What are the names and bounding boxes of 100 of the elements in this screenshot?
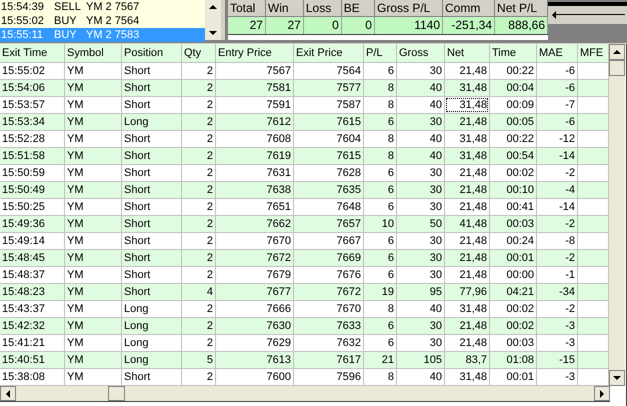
- table-cell-text: YM: [66, 166, 84, 180]
- table-cell-text: 15:53:57: [1, 98, 46, 112]
- table-cell-text: -3: [564, 336, 576, 350]
- table-cell-text: YM: [66, 183, 84, 197]
- table-cell-text: 00:02: [505, 302, 535, 316]
- table-cell-text: -2: [564, 166, 576, 180]
- table-cell-text: 15:48:45: [1, 251, 46, 265]
- table-row[interactable]: 15:50:49 YM Short 2 7638 7635 6 30 21,48 00:10 -4: [0, 182, 609, 199]
- summary-value: 888,66: [495, 17, 548, 34]
- table-cell-text: 2: [206, 132, 214, 146]
- table-cell-text: 00:09: [505, 98, 535, 112]
- left-arrow-icon: [550, 10, 558, 20]
- table-cell-text: 00:01: [505, 370, 535, 384]
- table-cell-text: 15:55:02: [1, 64, 46, 78]
- table-cell-text: 15:40:51: [1, 353, 46, 367]
- table-cell-text: 7619: [266, 149, 292, 163]
- table-cell-text: 7662: [266, 217, 292, 231]
- table-cell-text: 105: [422, 353, 443, 367]
- table-cell-text: 7638: [266, 183, 292, 197]
- table-cell-text: YM: [66, 64, 84, 78]
- table-cell-text: 41,48: [458, 217, 488, 231]
- table-cell-text: Long: [123, 319, 150, 333]
- table-cell-text: 00:24: [505, 234, 535, 248]
- table-row[interactable]: 15:55:02 YM Short 2 7567 7564 6 30 21,48 00:22 -6: [0, 63, 609, 80]
- table-cell-text: 30: [428, 268, 443, 282]
- table-cell-text: YM: [66, 217, 84, 231]
- table-row[interactable]: 15:49:36 YM Short 2 7662 7657 10 50 41,48 00:03 -2: [0, 216, 609, 233]
- table-cell-text: 00:00: [505, 268, 535, 282]
- table-row[interactable]: 15:53:34 YM Long 2 7612 7615 6 30 21,48 00:05 -6: [0, 114, 609, 131]
- table-cell-text: 15:49:36: [1, 217, 46, 231]
- table-cell-text: 04:21: [505, 285, 535, 299]
- slider[interactable]: [548, 2, 627, 24]
- order-item[interactable]: 15:54:39 SELL YM 2 7567: [0, 0, 205, 14]
- table-cell-text: YM: [66, 81, 84, 95]
- table-cell-text: 7608: [266, 132, 292, 146]
- table-cell-text: YM: [66, 200, 84, 214]
- table-row[interactable]: 15:41:21 YM Long 2 7629 7632 6 30 21,48 00:03 -3: [0, 335, 609, 352]
- table-row[interactable]: 15:51:58 YM Short 2 7619 7615 8 40 31,48 00:54 -14: [0, 148, 609, 165]
- table-cell-text: 7600: [266, 370, 292, 384]
- table-row[interactable]: 15:50:59 YM Short 2 7631 7628 6 30 21,48 00:02 -2: [0, 165, 609, 182]
- table-cell-text: 2: [206, 319, 214, 333]
- table-cell-text: 7587: [336, 98, 362, 112]
- scroll-down-button[interactable]: [208, 29, 218, 37]
- table-cell-text: 7631: [266, 166, 292, 180]
- table-row[interactable]: 15:43:37 YM Long 2 7666 7670 8 40 31,48 00:02 -2: [0, 301, 609, 318]
- table-row[interactable]: 15:48:45 YM Short 2 7672 7669 6 30 21,48 00:01 -2: [0, 250, 609, 267]
- table-row[interactable]: 15:48:37 YM Short 2 7679 7676 6 30 21,48 00:00 -1: [0, 267, 609, 284]
- table-cell-text: 6: [386, 183, 395, 197]
- table-cell-text: 21,48: [458, 166, 488, 180]
- scroll-thumb[interactable]: [609, 60, 625, 76]
- table-cell-text: 01:08: [505, 353, 535, 367]
- table-cell-text: YM: [66, 132, 84, 146]
- table-cell-text: 30: [428, 166, 443, 180]
- table-cell-text: 15:50:59: [1, 166, 46, 180]
- table-cell-text: 19: [380, 285, 395, 299]
- table-cell-text: 30: [428, 234, 443, 248]
- table-cell-text: 6: [386, 268, 395, 282]
- table-cell-text: Short: [123, 166, 152, 180]
- table-row[interactable]: 15:50:25 YM Short 2 7651 7648 6 30 21,48 00:41 -14: [0, 199, 609, 216]
- table-row[interactable]: 15:42:32 YM Long 2 7630 7633 6 30 21,48 00:02 -3: [0, 318, 609, 335]
- up-arrow-icon: [208, 3, 218, 11]
- table-cell-text: -14: [558, 149, 576, 163]
- table-cell-text: -3: [564, 319, 576, 333]
- table-cell-text: 40: [428, 370, 443, 384]
- scroll-up-button[interactable]: [208, 3, 218, 11]
- table-row[interactable]: 15:53:57 YM Short 2 7591 7587 8 40 31,48 00:09 -7: [0, 97, 609, 114]
- table-row[interactable]: 15:52:28 YM Short 2 7608 7604 8 40 31,48 00:22 -12: [0, 131, 609, 148]
- table-cell-text: 21,48: [458, 183, 488, 197]
- table-row[interactable]: 15:49:14 YM Short 2 7670 7667 6 30 21,48 00:24 -8: [0, 233, 609, 250]
- table-cell-text: 21,48: [458, 319, 488, 333]
- table-cell-text: 7666: [266, 302, 292, 316]
- table-cell-text: 2: [206, 81, 214, 95]
- table-cell-text: 8: [386, 302, 395, 316]
- table-cell-text: 7564: [336, 64, 362, 78]
- table-cell-text: -34: [558, 285, 576, 299]
- table-row[interactable]: 15:40:51 YM Long 5 7613 7617 21 105 83,7 01:08 -15: [0, 352, 609, 369]
- table-cell-text: 7672: [266, 251, 292, 265]
- table-cell-text: -4: [564, 183, 576, 197]
- vertical-scrollbar[interactable]: [609, 44, 625, 386]
- table-row[interactable]: 15:38:08 YM Short 2 7600 7596 8 40 31,48 00:01 -3: [0, 369, 609, 386]
- table-cell-text: 31,48: [458, 370, 488, 384]
- table-cell-text: 2: [206, 200, 214, 214]
- table-row[interactable]: 15:54:06 YM Short 2 7581 7577 8 40 31,48 00:04 -6: [0, 80, 609, 97]
- table-cell-text: 7672: [336, 285, 362, 299]
- table-cell-text: 2: [206, 98, 214, 112]
- table-cell-text: -1: [564, 268, 576, 282]
- order-item[interactable]: 15:55:02 BUY YM 2 7564: [0, 14, 205, 28]
- table-cell-text: 6: [386, 166, 395, 180]
- table-cell-text: -3: [564, 370, 576, 384]
- table-cell-text: 2: [206, 149, 214, 163]
- table-row[interactable]: 15:48:23 YM Short 4 7677 7672 19 95 77,96 04:21 -34: [0, 284, 609, 301]
- table-cell-text: Long: [123, 353, 150, 367]
- scroll-thumb[interactable]: [108, 386, 125, 401]
- table-cell-text: 00:22: [505, 64, 535, 78]
- table-cell-text: 7617: [336, 353, 362, 367]
- table-cell-text: 7679: [266, 268, 292, 282]
- horizontal-scrollbar[interactable]: [0, 386, 610, 402]
- table-cell-text: 7596: [336, 370, 362, 384]
- table-cell-text: 15:42:32: [1, 319, 46, 333]
- table-cell-text: Short: [123, 149, 152, 163]
